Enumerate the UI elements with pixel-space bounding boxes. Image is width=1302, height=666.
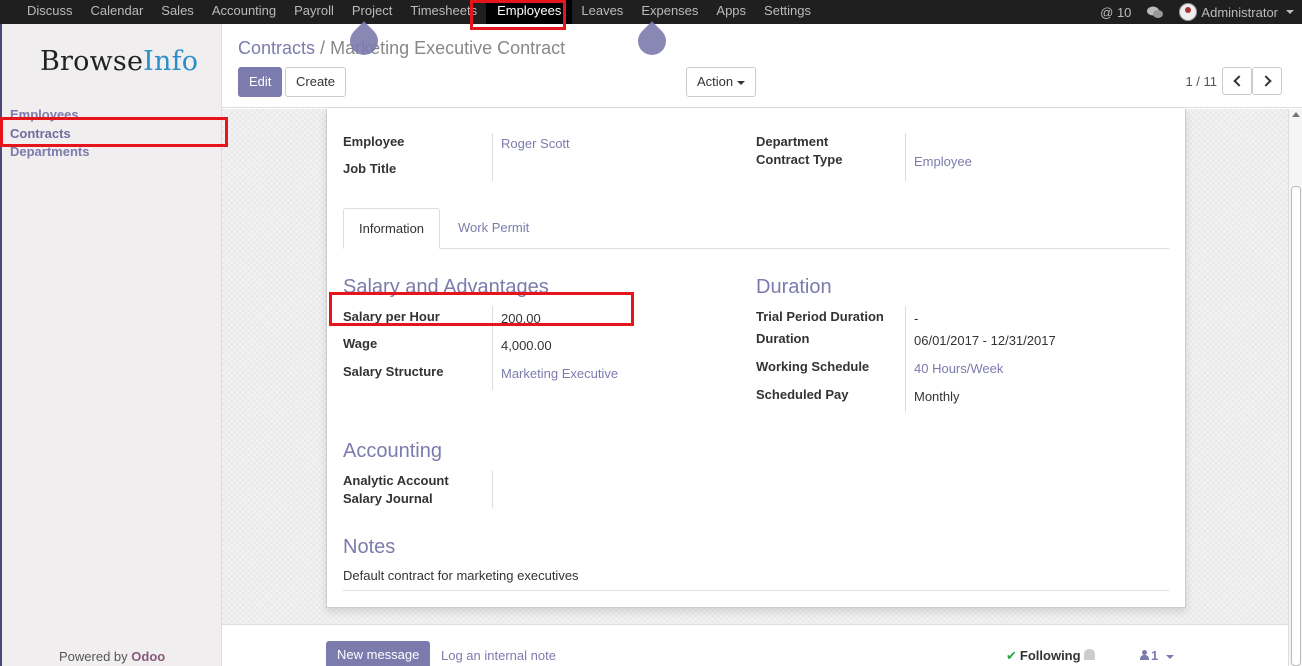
trial-period-value: - [914,311,919,326]
employee-value[interactable]: Roger Scott [501,136,570,151]
notes-value[interactable]: Default contract for marketing executive… [343,568,579,583]
scheduled-pay-value: Monthly [914,389,960,404]
menu-apps[interactable]: Apps [707,0,755,24]
department-label: Department [756,134,829,149]
caret-down-icon [737,80,746,85]
pager-previous-button[interactable] [1222,67,1252,95]
working-schedule-label: Working Schedule [756,359,870,374]
tab-work-permit[interactable]: Work Permit [443,208,544,249]
log-note-link[interactable]: Log an internal note [441,648,556,663]
duration-label: Duration [756,331,810,346]
notes-underline [343,590,1169,591]
breadcrumb-contracts[interactable]: Contracts [238,38,315,58]
notebook-tabs: Information Work Permit [343,208,1169,249]
salary-structure-value[interactable]: Marketing Executive [501,366,618,381]
check-icon: ✔ [1006,648,1017,663]
new-message-button[interactable]: New message [326,641,431,666]
breadcrumb-separator: / [320,38,326,58]
tab-information[interactable]: Information [343,208,441,249]
notes-section-title: Notes [343,536,396,558]
salary-structure-label: Salary Structure [343,364,444,379]
avatar [1179,3,1198,21]
scrollbar-thumb[interactable] [1291,186,1301,666]
menu-expenses[interactable]: Expenses [632,0,707,24]
menu-sales[interactable]: Sales [152,0,203,24]
systray: @ 10 Administrator [1100,0,1294,24]
chevron-right-icon [1260,75,1272,87]
menu-project[interactable]: Project [343,0,401,24]
user-icon [1140,650,1149,660]
user-name: Administrator [1201,4,1278,20]
scheduled-pay-label: Scheduled Pay [756,387,849,402]
wage-value: 4,000.00 [501,338,552,353]
create-button[interactable]: Create [285,67,347,97]
menu-settings[interactable]: Settings [755,0,820,24]
chat-icon[interactable] [1147,6,1164,19]
menu-payroll[interactable]: Payroll [285,0,343,24]
duration-section-title: Duration [756,276,832,298]
analytic-account-label: Analytic Account [343,473,449,488]
user-menu[interactable]: Administrator [1179,3,1294,21]
odoo-link[interactable]: Odoo [131,649,165,664]
pager-next-button[interactable] [1252,67,1282,95]
app-menu: Discuss Calendar Sales Accounting Payrol… [18,0,820,24]
field-separator [492,471,493,508]
following-button[interactable]: ✔ Following [1006,648,1081,664]
menu-discuss[interactable]: Discuss [18,0,82,24]
field-separator [905,133,906,181]
menu-calendar[interactable]: Calendar [82,0,153,24]
pager-value[interactable]: 1 / 11 [1185,74,1217,89]
working-schedule-value[interactable]: 40 Hours/Week [914,361,1003,376]
highlight-contracts-item [0,117,228,147]
duration-value: 06/01/2017 - 12/31/2017 [914,333,1056,348]
chevron-down-icon [1286,10,1294,14]
wage-label: Wage [343,336,378,351]
highlight-salary-per-hour [329,292,634,326]
employee-label: Employee [343,134,405,149]
action-dropdown[interactable]: Action [686,67,757,97]
accounting-section-title: Accounting [343,440,442,462]
bell-icon[interactable] [1084,649,1095,660]
contract-type-label: Contract Type [756,152,843,167]
contract-type-value[interactable]: Employee [914,154,972,169]
salary-journal-label: Salary Journal [343,491,433,506]
scroll-up-icon[interactable] [1292,112,1300,117]
highlight-employees-menu [470,0,566,30]
breadcrumb: Contracts / Marketing Executive Contract [238,38,565,59]
powered-by: Powered by Odoo [59,649,166,664]
company-logo: BrowseInfo [40,46,199,77]
job-title-label: Job Title [343,161,397,176]
mentions-counter[interactable]: @ 10 [1100,5,1131,20]
followers-button[interactable]: 1 [1140,648,1175,663]
menu-accounting[interactable]: Accounting [203,0,285,24]
menu-leaves[interactable]: Leaves [572,0,632,24]
chevron-left-icon [1233,75,1245,87]
edit-button[interactable]: Edit [238,67,283,97]
field-separator [492,133,493,181]
control-panel: Contracts / Marketing Executive Contract… [222,24,1302,108]
field-separator [905,306,906,412]
trial-period-label: Trial Period Duration [756,309,884,324]
chevron-down-icon [1166,654,1175,659]
